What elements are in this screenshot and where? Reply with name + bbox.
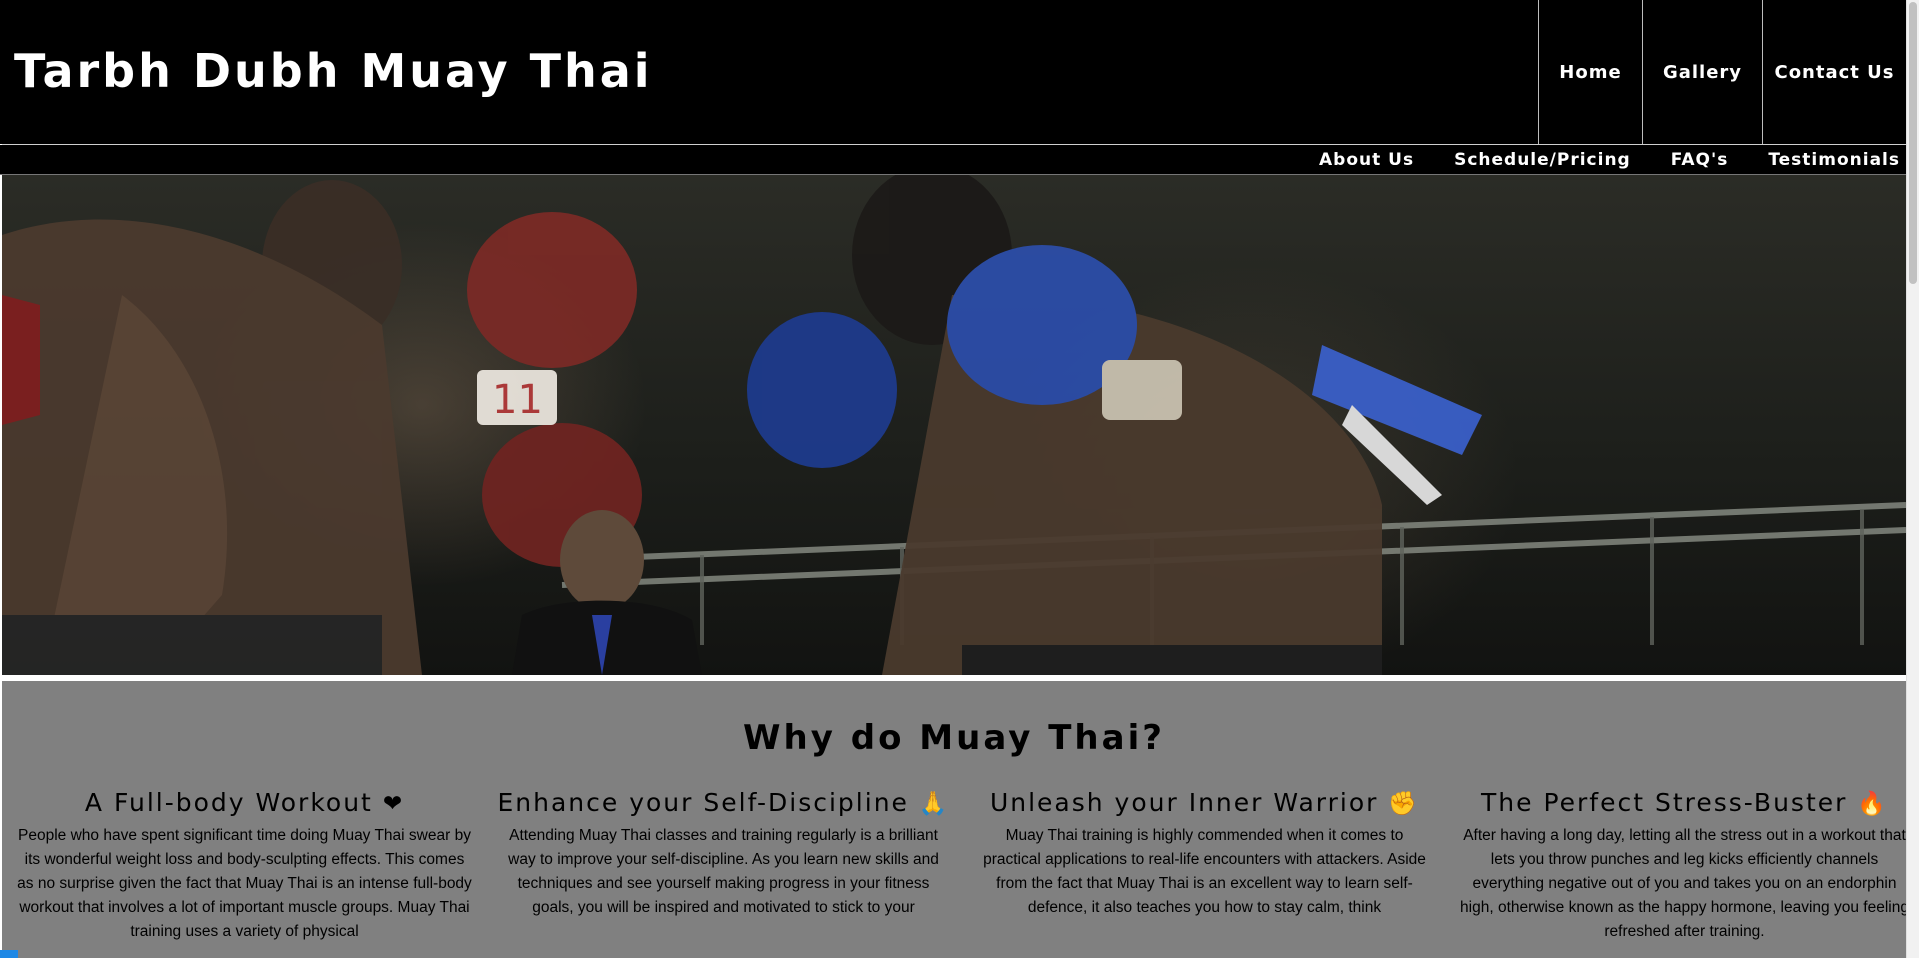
fire-icon: 🔥 xyxy=(1857,791,1888,817)
nav-gallery-link[interactable]: Gallery xyxy=(1642,0,1762,144)
card-text: People who have spent significant time d… xyxy=(17,827,472,940)
card-text: Attending Muay Thai classes and training… xyxy=(508,827,939,916)
nav-faq-link[interactable]: FAQ's xyxy=(1671,145,1729,174)
heartbeat-icon: ❤ xyxy=(382,791,405,817)
scrollbar-thumb[interactable] xyxy=(1909,2,1917,284)
red-corner-pad xyxy=(2,295,40,425)
benefit-card-workout: A Full-body Workout ❤ People who have sp… xyxy=(17,789,472,944)
corner-tab xyxy=(0,950,18,958)
benefit-card-stress: The Perfect Stress-Buster 🔥 After having… xyxy=(1457,789,1906,944)
why-title: Why do Muay Thai? xyxy=(743,718,1165,758)
nav-contact-link[interactable]: Contact Us xyxy=(1762,0,1906,144)
site-header: Tarbh Dubh Muay Thai Home Gallery Contac… xyxy=(0,0,1906,144)
card-title: Enhance your Self-Discipline 🙏 xyxy=(497,788,950,818)
page: Tarbh Dubh Muay Thai Home Gallery Contac… xyxy=(0,0,1906,958)
nav-home-link[interactable]: Home xyxy=(1538,0,1642,144)
left-fighter: 11 xyxy=(2,180,642,675)
fist-icon: ✊ xyxy=(1388,791,1420,817)
nav-about-link[interactable]: About Us xyxy=(1319,145,1414,174)
hero-image: 11 xyxy=(2,175,1906,675)
praying-hands-icon: 🙏 xyxy=(918,791,950,817)
primary-nav: Home Gallery Contact Us xyxy=(1538,0,1906,144)
page-scrollbar[interactable] xyxy=(1906,0,1919,958)
site-logo[interactable]: Tarbh Dubh Muay Thai xyxy=(14,44,653,98)
secondary-nav: About Us Schedule/Pricing FAQ's Testimon… xyxy=(0,145,1906,175)
card-title: A Full-body Workout ❤ xyxy=(84,788,405,818)
card-text: After having a long day, letting all the… xyxy=(1460,827,1906,940)
card-text: Muay Thai training is highly commended w… xyxy=(983,827,1426,916)
benefit-card-warrior: Unleash your Inner Warrior ✊ Muay Thai t… xyxy=(977,789,1432,920)
card-title: Unleash your Inner Warrior ✊ xyxy=(989,788,1420,818)
nav-testimonials-link[interactable]: Testimonials xyxy=(1768,145,1900,174)
nav-schedule-link[interactable]: Schedule/Pricing xyxy=(1454,145,1631,174)
card-title: The Perfect Stress-Buster 🔥 xyxy=(1481,788,1888,818)
why-section: Why do Muay Thai? A Full-body Workout ❤ … xyxy=(2,681,1906,958)
corner-number: 11 xyxy=(492,377,543,423)
right-fighter xyxy=(747,175,1482,675)
benefit-card-discipline: Enhance your Self-Discipline 🙏 Attending… xyxy=(496,789,951,920)
hero-fight-illustration: 11 xyxy=(2,175,1906,675)
